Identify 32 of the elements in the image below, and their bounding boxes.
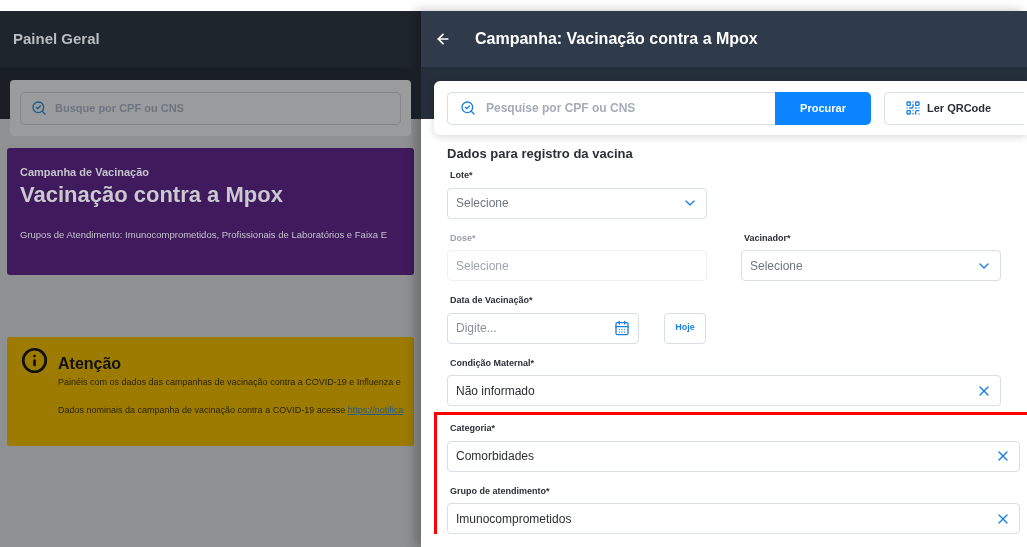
- date-field[interactable]: Digite...: [447, 312, 639, 344]
- qr-code-icon: [905, 100, 921, 116]
- field-label: Grupo de atendimento*: [450, 484, 551, 498]
- campaign-groups: Grupos de Atendimento: Imunocomprometidos, Profissionais de Laboratórios e Faixa E: [20, 228, 401, 243]
- campaign-title: Vacinação contra a Mpox: [20, 180, 284, 208]
- search-button[interactable]: Procurar: [775, 91, 871, 125]
- notice-title: Atenção: [58, 354, 123, 374]
- field-label: Categoria*: [450, 422, 497, 435]
- field-label: Data de Vacinação*: [450, 294, 534, 307]
- select-field[interactable]: Selecione: [741, 250, 1001, 281]
- section-title: Dados para registro da vacina: [447, 146, 633, 161]
- campaign-kicker: Campanha de Vacinação: [20, 165, 150, 180]
- calendar-icon[interactable]: [614, 320, 630, 336]
- field-label: Vacinador*: [744, 231, 792, 245]
- today-button[interactable]: Hoje: [664, 312, 706, 344]
- select-field[interactable]: Imunocomprometidos: [447, 503, 1020, 534]
- select-field[interactable]: Selecione: [447, 187, 707, 219]
- field-label: Lote*: [450, 169, 474, 182]
- field-label: Dose*: [450, 231, 477, 245]
- search-field[interactable]: Pesquise por CPF ou CNS: [447, 91, 775, 125]
- field-label: Condição Maternal*: [450, 356, 536, 370]
- qr-code-button[interactable]: Ler QRCode: [884, 91, 1024, 125]
- info-icon: [21, 347, 48, 374]
- search-icon: [460, 100, 476, 116]
- select-field[interactable]: Comorbidades: [447, 440, 1020, 472]
- search-icon: [31, 100, 47, 116]
- back-arrow-icon[interactable]: [435, 31, 451, 47]
- notice-text: Painéis com os dados das campanhas de vacinação contra a COVID-19 e Influenza e: [58, 376, 402, 389]
- drawer-title: Campanha: Vacinação contra a Mpox: [475, 29, 758, 49]
- page-title: Painel Geral: [13, 28, 100, 49]
- notice-text: Dados nominais da campanha de vacinação contra a COVID-19 acesse https://notifica: [58, 403, 404, 417]
- select-field[interactable]: Não informado: [447, 375, 1001, 406]
